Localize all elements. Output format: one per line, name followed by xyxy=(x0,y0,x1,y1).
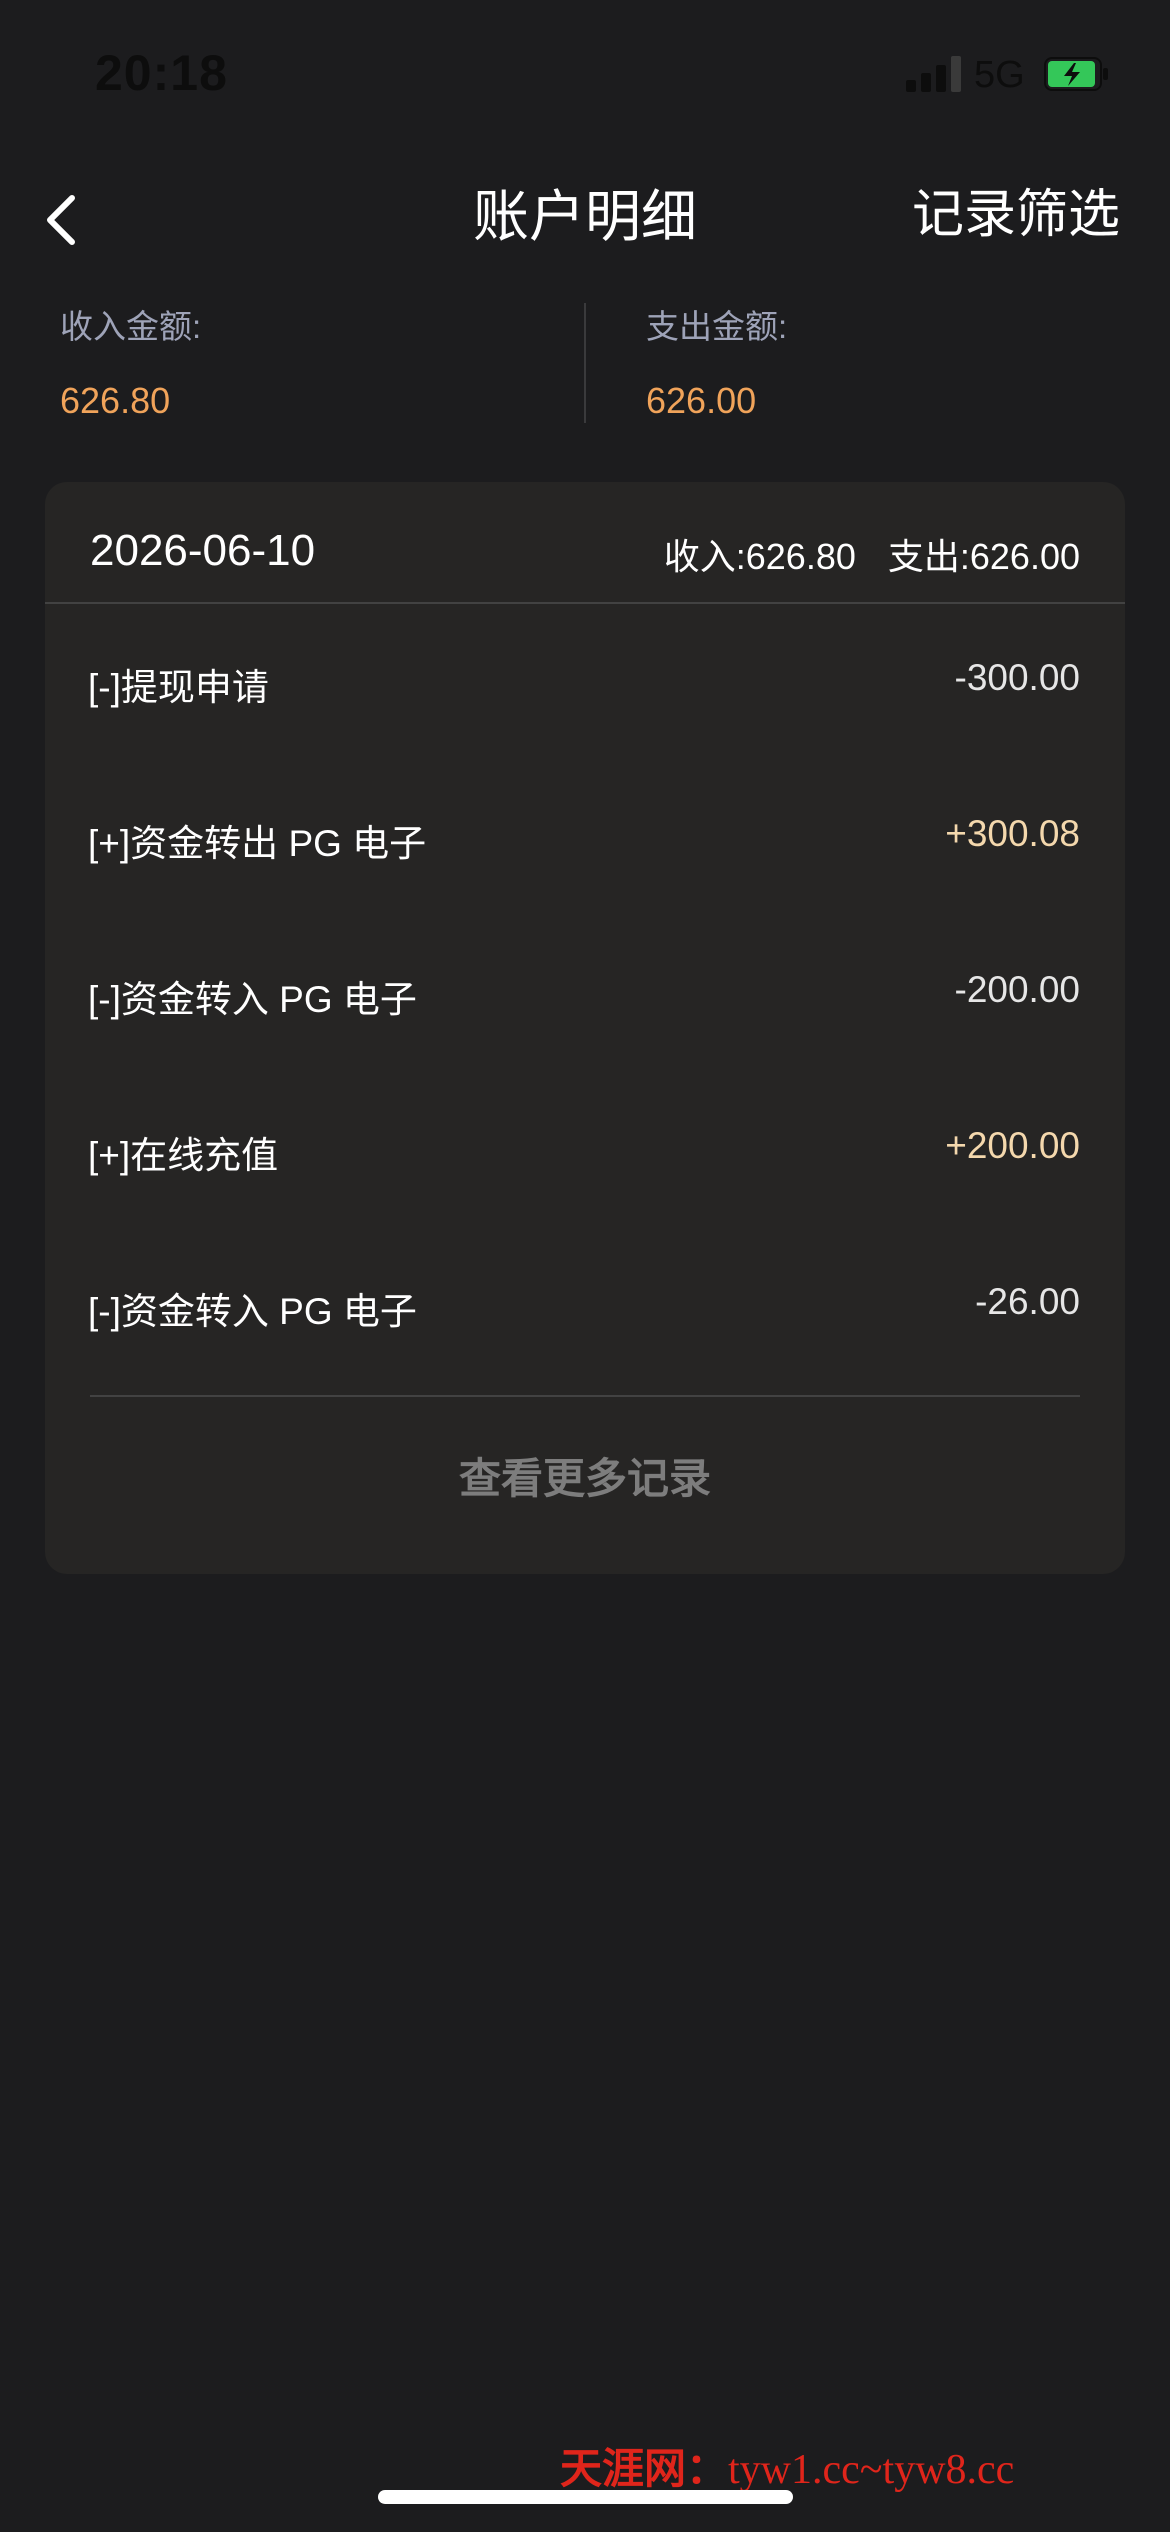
watermark-url: tyw1.cc~tyw8.cc xyxy=(728,2447,1015,2493)
income-label: 收入金额: xyxy=(60,308,202,345)
day-header: 2026-06-10 收入:626.80 支出:626.00 xyxy=(45,482,1125,604)
income-value: 626.80 xyxy=(60,380,171,421)
expense-summary: 支出金额: 626.00 xyxy=(646,300,787,422)
record-amount: +200.00 xyxy=(945,1125,1080,1166)
record-label: [-]资金转入 PG 电子 xyxy=(88,1291,417,1332)
network-type: 5G xyxy=(974,54,1025,96)
day-expense: 支出:626.00 xyxy=(887,536,1080,577)
filter-button[interactable]: 记录筛选 xyxy=(912,172,1120,247)
day-income: 收入:626.80 xyxy=(663,536,856,577)
day-record-card: 2026-06-10 收入:626.80 支出:626.00 [-]提现申请 -3… xyxy=(45,482,1125,1574)
record-label: [-]提现申请 xyxy=(88,667,269,708)
record-row[interactable]: [-]资金转入 PG 电子 -26.00 xyxy=(45,1228,1125,1384)
record-row[interactable]: [-]提现申请 -300.00 xyxy=(45,604,1125,760)
battery-charging-icon xyxy=(1044,57,1108,91)
home-indicator[interactable] xyxy=(378,2490,793,2504)
record-amount: -300.00 xyxy=(954,657,1081,698)
more-divider xyxy=(90,1395,1080,1397)
income-summary: 收入金额: 626.80 xyxy=(60,300,201,422)
watermark-cn: 天涯网： xyxy=(560,2444,729,2493)
signal-icon xyxy=(906,56,962,92)
watermark: 天涯网：tyw1.cc~tyw8.cc xyxy=(560,2435,1014,2496)
record-amount: -200.00 xyxy=(954,969,1081,1010)
status-time: 20:18 xyxy=(95,45,228,101)
record-amount: -26.00 xyxy=(975,1281,1080,1322)
expense-label: 支出金额: xyxy=(646,308,788,345)
record-label: [-]资金转入 PG 电子 xyxy=(88,979,417,1020)
record-row[interactable]: [-]资金转入 PG 电子 -200.00 xyxy=(45,916,1125,1072)
record-amount: +300.08 xyxy=(945,813,1080,854)
summary-divider xyxy=(584,303,586,423)
record-list: [-]提现申请 -300.00 [+]资金转出 PG 电子 +300.08 [-… xyxy=(45,604,1125,1384)
status-bar: 20:18 5G xyxy=(0,0,1170,150)
record-row[interactable]: [+]在线充值 +200.00 xyxy=(45,1072,1125,1228)
day-totals: 收入:626.80 支出:626.00 xyxy=(664,528,1080,580)
record-label: [+]资金转出 PG 电子 xyxy=(88,823,427,864)
summary-panel: 收入金额: 626.80 支出金额: 626.00 xyxy=(0,300,1170,425)
record-label: [+]在线充值 xyxy=(88,1135,279,1176)
view-more-button[interactable]: 查看更多记录 xyxy=(45,1445,1125,1506)
record-row[interactable]: [+]资金转出 PG 电子 +300.08 xyxy=(45,760,1125,916)
day-date: 2026-06-10 xyxy=(90,526,316,575)
expense-value: 626.00 xyxy=(646,380,757,421)
